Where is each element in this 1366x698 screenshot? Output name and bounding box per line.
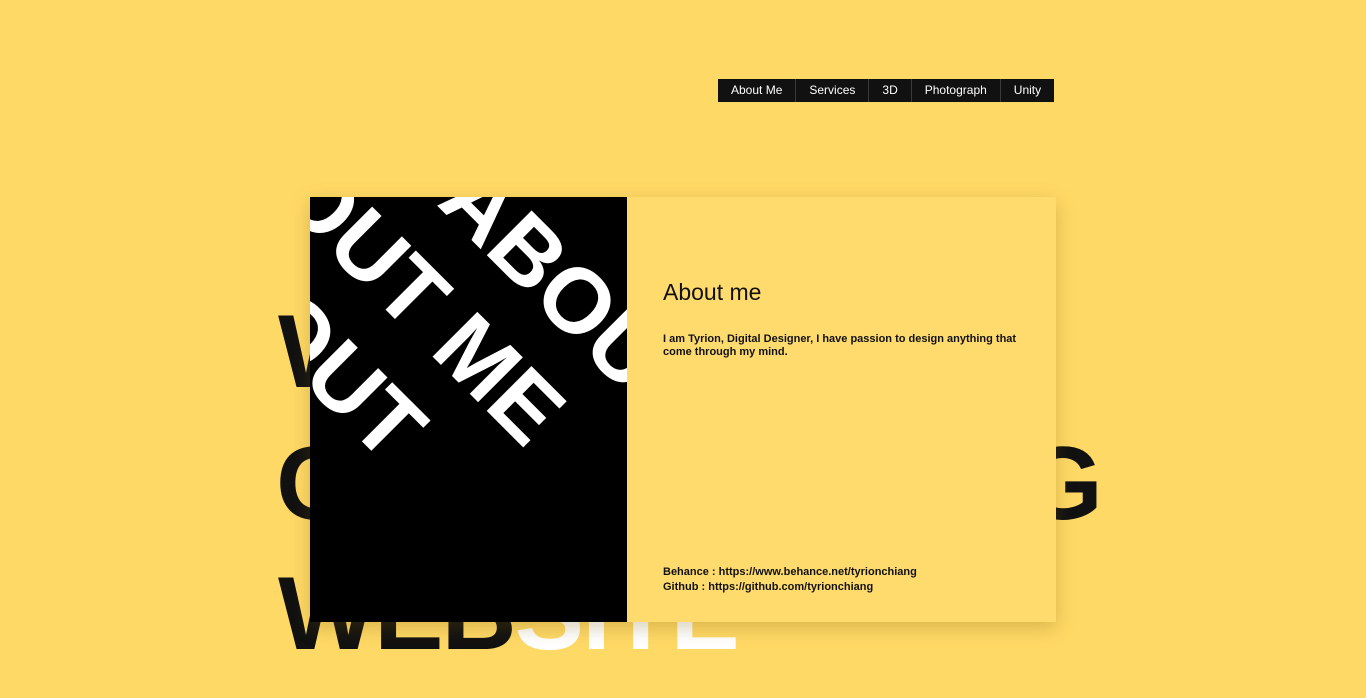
nav-item-services[interactable]: Services [796, 79, 870, 102]
nav-item-3d[interactable]: 3D [869, 79, 912, 102]
about-card: ABOU OUT ME BOUT About me I am Tyrion, D… [310, 197, 1056, 622]
about-links: Behance : https://www.behance.net/tyrion… [663, 565, 917, 595]
top-nav: About Me Services 3D Photograph Unity [718, 79, 1055, 102]
about-card-body: About me I am Tyrion, Digital Designer, … [627, 197, 1056, 622]
about-typography-graphic: ABOU OUT ME BOUT [310, 197, 627, 622]
github-link[interactable]: https://github.com/tyrionchiang [708, 581, 873, 593]
nav-item-about-me[interactable]: About Me [718, 79, 797, 102]
nav-item-unity[interactable]: Unity [1001, 79, 1054, 102]
about-card-image: ABOU OUT ME BOUT [310, 197, 627, 622]
link-label-behance: Behance [663, 566, 709, 578]
nav-item-photograph[interactable]: Photograph [912, 79, 1001, 102]
link-row-behance: Behance : https://www.behance.net/tyrion… [663, 566, 917, 578]
link-label-github: Github [663, 581, 699, 593]
behance-link[interactable]: https://www.behance.net/tyrionchiang [719, 566, 917, 578]
about-title: About me [663, 279, 762, 305]
link-row-github: Github : https://github.com/tyrionchiang [663, 581, 874, 593]
page: About Me Services 3D Photograph Unity W … [0, 0, 1366, 698]
about-description: I am Tyrion, Digital Designer, I have pa… [663, 333, 1017, 358]
